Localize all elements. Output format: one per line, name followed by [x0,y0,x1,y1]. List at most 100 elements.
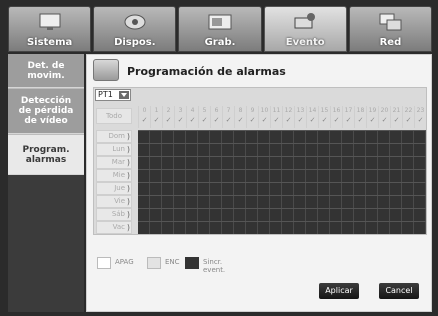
hour-column[interactable]: 0 ✓ [138,106,150,128]
hour-column[interactable]: 5 ✓ [198,106,210,128]
sidebar-item-alarm-schedule[interactable]: Program. alarmas [8,135,84,175]
hour-column[interactable]: 15 ✓ [318,106,330,128]
sidebar: Det. de movim. Detección de pérdida de v… [8,54,84,312]
hour-label: 23 [416,107,425,114]
sidebar-item-label: Det. de movim. [27,60,65,81]
apply-button[interactable]: Aplicar [319,283,359,299]
hour-column[interactable]: 20 ✓ [378,106,390,128]
hour-column[interactable]: 1 ✓ [150,106,162,128]
day-button[interactable]: Vac [96,221,132,234]
hour-column[interactable]: 18 ✓ [354,106,366,128]
day-row: Dom [96,130,426,143]
select-all-button[interactable]: Todo [96,108,132,124]
day-schedule-cells[interactable] [138,169,426,182]
hour-column[interactable]: 23 ✓ [414,106,426,128]
hour-column[interactable]: 11 ✓ [270,106,282,128]
hour-label: 5 [202,107,207,114]
hour-column[interactable]: 10 ✓ [258,106,270,128]
hour-label: 0 [142,107,147,114]
schedule-grid: PT1 Todo 0 ✓ 1 ✓ 2 ✓ 3 ✓ 4 ✓ 5 ✓ 6 ✓ 7 ✓ 8 ✓ 9 ✓ 1… [93,87,427,235]
tab-label: Red [379,37,402,48]
check-icon: ✓ [345,116,352,124]
check-icon: ✓ [405,116,412,124]
check-icon: ✓ [309,116,316,124]
tab-grab[interactable]: Grab. [178,6,262,52]
day-schedule-cells[interactable] [138,156,426,169]
chevron-down-icon[interactable] [119,91,129,99]
hour-column[interactable]: 17 ✓ [342,106,354,128]
hour-label: 9 [250,107,255,114]
sidebar-item-video-loss[interactable]: Detección de pérdida de vídeo [8,89,84,134]
hour-column[interactable]: 13 ✓ [294,106,306,128]
recorder-icon [208,14,232,30]
hour-label: 8 [238,107,243,114]
check-icon: ✓ [165,116,172,124]
camera-icon [124,14,146,30]
hour-column[interactable]: 16 ✓ [330,106,342,128]
day-schedule-cells[interactable] [138,143,426,156]
tab-sistema[interactable]: Sistema [8,6,92,52]
hour-column[interactable]: 3 ✓ [174,106,186,128]
hour-label: 14 [308,107,317,114]
day-button[interactable]: Vie [96,195,132,208]
day-button[interactable]: Sáb [96,208,132,221]
day-schedule-cells[interactable] [138,208,426,221]
hour-column[interactable]: 4 ✓ [186,106,198,128]
day-button[interactable]: Jue [96,182,132,195]
hour-label: 4 [190,107,195,114]
hour-column[interactable]: 6 ✓ [210,106,222,128]
event-camera-icon [93,59,119,81]
hour-column[interactable]: 14 ✓ [306,106,318,128]
network-icon [379,13,402,31]
hour-label: 16 [332,107,341,114]
day-row: Mie [96,169,426,182]
check-icon: ✓ [393,116,400,124]
tab-label: Grab. [204,37,236,48]
hour-label: 21 [392,107,401,114]
check-icon: ✓ [297,116,304,124]
legend-label: APAG [115,258,134,266]
day-button[interactable]: Lun [96,143,132,156]
channel-select[interactable]: PT1 [95,89,131,101]
day-button[interactable]: Dom [96,130,132,143]
legend-swatch-off [97,257,111,269]
hour-label: 7 [226,107,231,114]
sidebar-item-motion-detection[interactable]: Det. de movim. [8,54,84,88]
check-icon: ✓ [153,116,160,124]
hour-label: 3 [178,107,183,114]
day-button[interactable]: Mie [96,169,132,182]
check-icon: ✓ [237,116,244,124]
tab-dispos[interactable]: Dispos. [93,6,177,52]
monitor-icon [39,13,61,30]
hour-column[interactable]: 21 ✓ [390,106,402,128]
check-icon: ✓ [141,116,148,124]
hour-label: 1 [154,107,159,114]
legend-swatch-event-sync [185,257,199,269]
cancel-button[interactable]: Cancel [379,283,419,299]
hour-label: 22 [404,107,413,114]
check-icon: ✓ [249,116,256,124]
hour-column[interactable]: 12 ✓ [282,106,294,128]
hour-column[interactable]: 22 ✓ [402,106,414,128]
page-title: Programación de alarmas [127,65,286,78]
check-icon: ✓ [369,116,376,124]
hour-column[interactable]: 2 ✓ [162,106,174,128]
tab-evento[interactable]: Evento [263,6,347,52]
day-schedule-cells[interactable] [138,130,426,143]
day-row: Sáb [96,208,426,221]
check-icon: ✓ [261,116,268,124]
legend-swatch-on [147,257,161,269]
day-button[interactable]: Mar [96,156,132,169]
day-schedule-cells[interactable] [138,182,426,195]
hour-column[interactable]: 8 ✓ [234,106,246,128]
day-schedule-cells[interactable] [138,221,426,234]
hour-label: 6 [214,107,219,114]
hour-column[interactable]: 19 ✓ [366,106,378,128]
hour-column[interactable]: 9 ✓ [246,106,258,128]
legend-label: Sincr. event. [203,258,226,274]
hour-column[interactable]: 7 ✓ [222,106,234,128]
check-icon: ✓ [417,116,424,124]
tab-red[interactable]: Red [348,6,433,52]
day-schedule-cells[interactable] [138,195,426,208]
check-icon: ✓ [189,116,196,124]
